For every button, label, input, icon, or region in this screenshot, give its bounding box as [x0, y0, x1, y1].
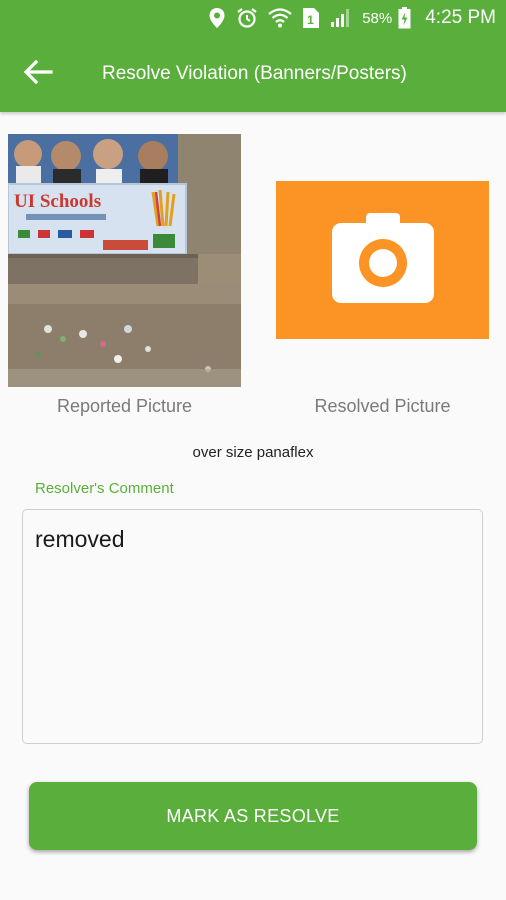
- mark-as-resolve-button[interactable]: MARK AS RESOLVE: [29, 782, 477, 850]
- reported-picture-label: Reported Picture: [56, 396, 193, 416]
- sim-slot-number: 1: [307, 13, 314, 27]
- resolve-violation-screen: 1 58% 4:25 PM Resolve Violation (Banners…: [0, 0, 506, 900]
- reported-picture[interactable]: UI Schools: [8, 134, 241, 387]
- wifi-icon: [268, 8, 292, 28]
- resolved-picture-button[interactable]: [276, 181, 489, 339]
- status-icons: 1 58% 4:25 PM: [208, 0, 496, 36]
- app-toolbar: Resolve Violation (Banners/Posters): [0, 36, 506, 112]
- camera-icon: [331, 213, 434, 307]
- status-bar: 1 58% 4:25 PM: [0, 0, 506, 36]
- page-title: Resolve Violation (Banners/Posters): [102, 63, 407, 84]
- battery-percentage: 58%: [362, 9, 393, 27]
- arrow-left-icon: [23, 59, 53, 88]
- violation-description: over size panaflex: [192, 444, 314, 461]
- location-icon: [208, 7, 226, 29]
- resolver-comment-label: Resolver's Comment: [35, 480, 174, 497]
- sim-icon: 1: [302, 7, 320, 29]
- banner-text: UI Schools: [14, 191, 101, 212]
- resolver-comment-input[interactable]: removed: [22, 509, 483, 744]
- back-button[interactable]: [18, 56, 58, 92]
- alarm-icon: [236, 7, 258, 29]
- signal-icon: [330, 8, 352, 28]
- battery-charging-icon: [398, 7, 411, 29]
- resolved-picture-label: Resolved Picture: [314, 396, 451, 416]
- clock: 4:25 PM: [425, 7, 496, 28]
